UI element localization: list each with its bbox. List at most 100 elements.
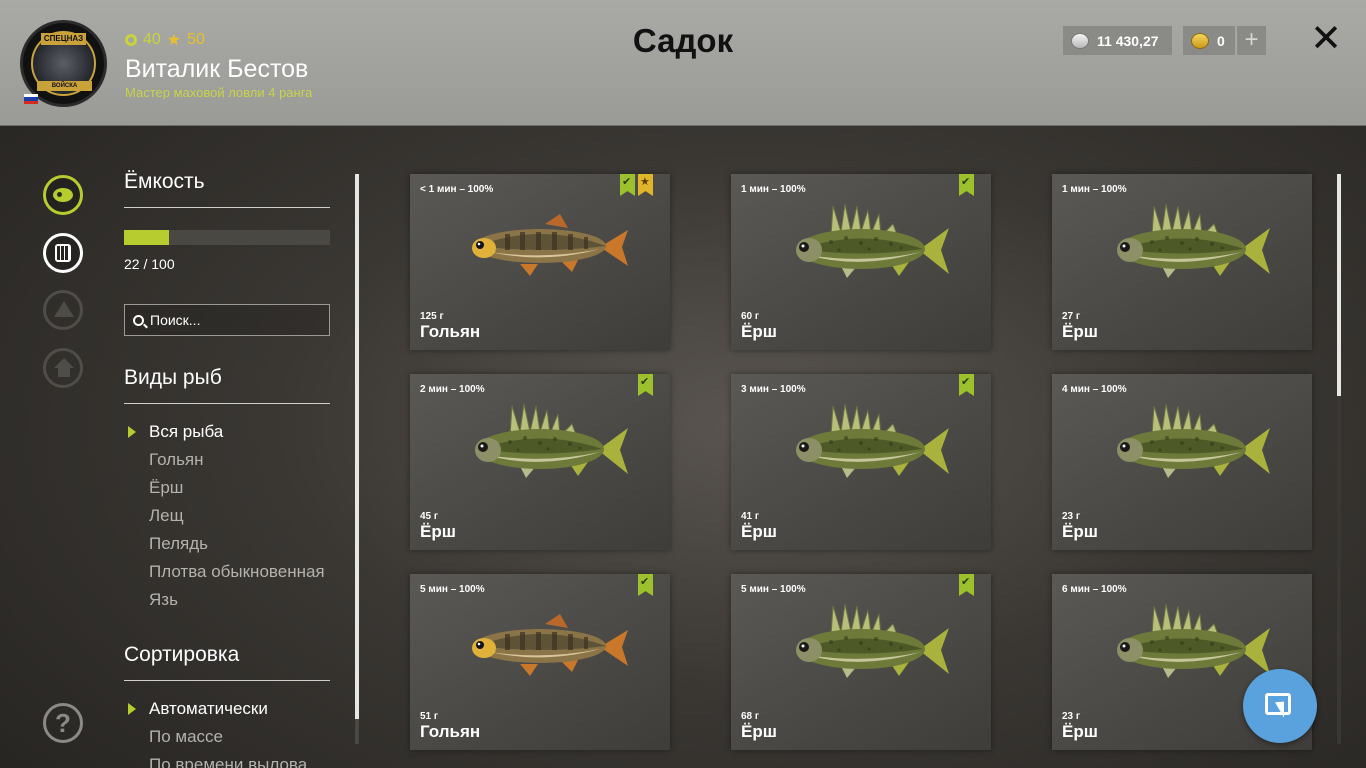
fish-tab-button[interactable] [43,175,83,215]
catch-time: 1 мин – 100% [1062,184,1127,195]
tent-icon [54,301,74,317]
gold-coins-icon [1191,32,1209,49]
fish-weight: 27 г [1062,311,1081,322]
grid-scrollbar[interactable] [1337,174,1341,744]
fish-card[interactable]: 5 мин – 100% 51 г Гольян [410,574,670,750]
divider [124,680,330,681]
species-filter-item[interactable]: Плотва обыкновенная [124,558,344,586]
fish-name: Ёрш [741,722,777,741]
tent-tab-button[interactable] [43,290,83,330]
scrollbar-thumb[interactable] [355,174,359,719]
species-filter-item[interactable]: Пелядь [124,530,344,558]
silver-amount: 11 430,27 [1097,32,1159,49]
filter-scrollbar[interactable] [355,174,359,744]
divider [124,207,330,208]
player-title: Мастер маховой ловли 4 ранга [125,85,313,100]
scrollbar-thumb[interactable] [1337,174,1341,396]
species-filter-item[interactable]: Лещ [124,502,344,530]
sort-option-item[interactable]: По массе [124,723,344,751]
fish-card[interactable]: < 1 мин – 100% 125 г Гольян [410,174,670,350]
fish-name: Ёрш [741,522,777,541]
catch-time: 4 мин – 100% [1062,384,1127,395]
fish-weight: 23 г [1062,711,1081,722]
species-filter-item[interactable]: Вся рыба [124,418,344,446]
divider [124,403,330,404]
fish-card[interactable]: 4 мин – 100% 23 г Ёрш [1052,374,1312,550]
checkmark-icon [959,374,974,396]
catch-time: 2 мин – 100% [420,384,485,395]
fish-card[interactable]: 3 мин – 100% 41 г Ёрш [731,374,991,550]
fish-card[interactable]: 2 мин – 100% 45 г Ёрш [410,374,670,550]
catch-time: 1 мин – 100% [741,184,806,195]
sort-section: Сортировка [124,643,330,681]
species-section: Виды рыб [124,366,330,404]
russia-flag-icon [24,94,38,104]
gold-balance: 0 [1183,26,1235,55]
species-filter-item[interactable]: Язь [124,586,344,614]
catch-time: 5 мин – 100% [741,584,806,595]
fish-weight: 125 г [420,311,444,322]
catch-time: < 1 мин – 100% [420,184,494,195]
ruffe-fish-icon [771,202,961,292]
checkmark-icon [638,374,653,396]
star-ribbon-icon [638,174,653,196]
home-tab-button[interactable] [43,348,83,388]
gold-amount: 0 [1217,32,1225,49]
search-box[interactable] [124,304,330,336]
clan-badge-bottom-text: ВОЙСКА [37,81,92,91]
sort-list: Автоматически По массе По времени вылова [124,695,344,768]
capacity-title: Ёмкость [124,170,205,193]
fish-weight: 45 г [420,511,439,522]
header-bar: СПЕЦНАЗ ВОЙСКА 40 ★ 50 Виталик Бестов Ма… [0,0,1366,126]
search-input[interactable] [150,312,320,328]
ruffe-fish-icon [450,402,640,492]
capacity-value: 22 / 100 [124,256,175,272]
fish-weight: 41 г [741,511,760,522]
species-filter-item[interactable]: Гольян [124,446,344,474]
fish-icon [53,188,73,202]
sort-title: Сортировка [124,643,240,666]
fish-card[interactable]: 1 мин – 100% 27 г Ёрш [1052,174,1312,350]
catch-time: 3 мин – 100% [741,384,806,395]
fish-name: Ёрш [1062,722,1098,741]
flag-stripe [24,100,38,104]
search-icon [133,314,144,326]
checkmark-icon [959,574,974,596]
fish-name: Гольян [420,722,481,741]
silver-coins-icon [1071,32,1089,49]
ruffe-fish-icon [1092,402,1282,492]
catch-time: 6 мин – 100% [1062,584,1127,595]
home-icon [54,358,74,368]
silver-balance: 11 430,27 [1063,26,1172,55]
fish-weight: 23 г [1062,511,1081,522]
home-icon-body [58,368,70,377]
minnow-fish-icon [450,602,640,692]
buy-gold-button[interactable]: + [1236,26,1266,55]
fish-weight: 60 г [741,311,760,322]
species-filter-item[interactable]: Ёрш [124,474,344,502]
keepnet-icon [55,244,71,262]
fish-name: Ёрш [420,522,456,541]
keepnet-tab-button[interactable] [43,233,83,273]
sort-option-item[interactable]: По времени вылова [124,751,344,768]
filter-panel: Ёмкость 22 / 100 Виды рыб Вся рыбаГольян… [124,170,330,768]
ruffe-fish-icon [1092,202,1282,292]
fish-name: Гольян [420,322,481,341]
sort-option-item[interactable]: Автоматически [124,695,344,723]
capacity-bar [124,230,330,245]
minnow-fish-icon [450,202,640,292]
close-button[interactable]: ✕ [1309,20,1343,58]
fish-card[interactable]: 5 мин – 100% 68 г Ёрш [731,574,991,750]
cursor-mode-button[interactable] [1243,669,1317,743]
help-button[interactable]: ? [43,703,83,743]
fish-card[interactable]: 1 мин – 100% 60 г Ёрш [731,174,991,350]
fish-name: Ёрш [1062,322,1098,341]
checkmark-icon [638,574,653,596]
fish-name: Ёрш [741,322,777,341]
capacity-bar-fill [124,230,170,245]
species-list: Вся рыба Гольян Ёрш Лещ Пелядь Плотва обыкнов… [124,418,344,614]
checkmark-icon [959,174,974,196]
ruffe-fish-icon [771,402,961,492]
fish-name: Ёрш [1062,522,1098,541]
fish-weight: 51 г [420,711,439,722]
